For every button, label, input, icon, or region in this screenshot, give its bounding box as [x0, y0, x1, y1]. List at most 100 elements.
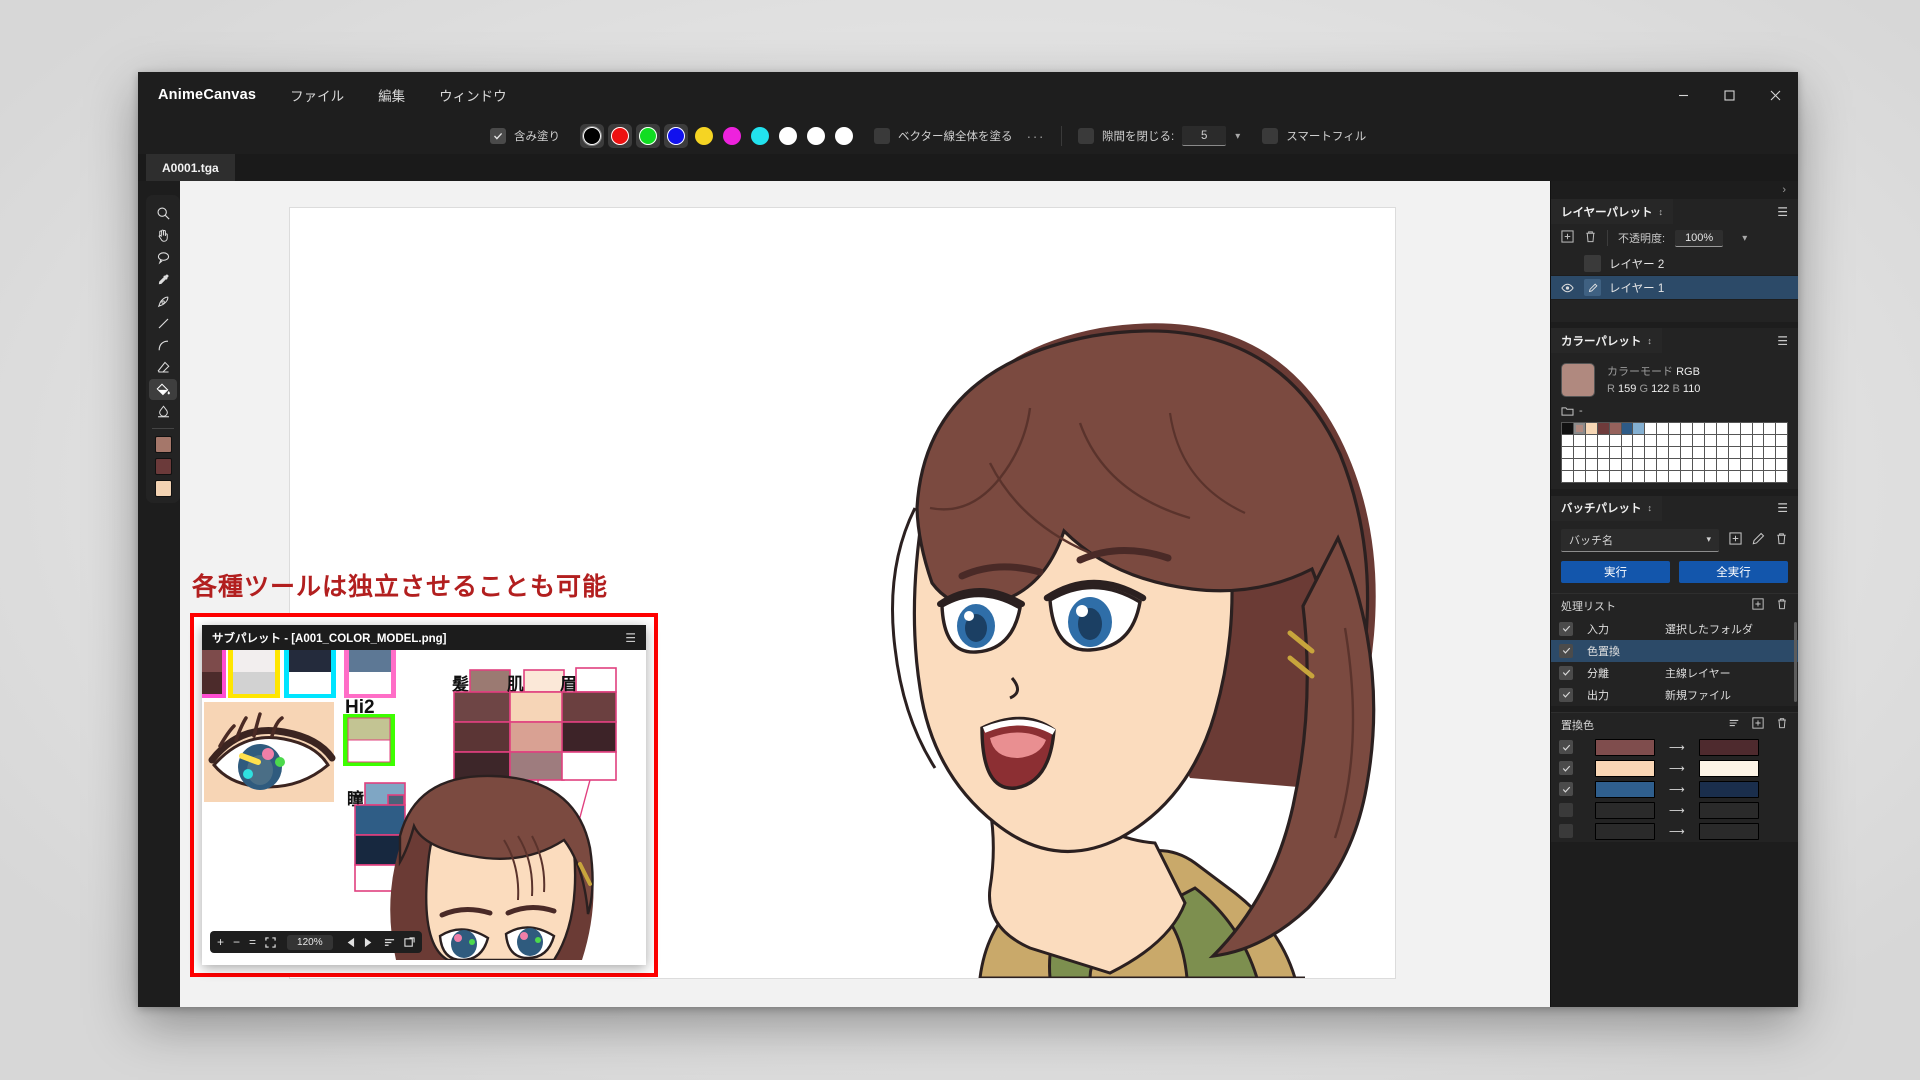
color-swatch-cell[interactable]: [1728, 458, 1740, 470]
color-swatch-cell[interactable]: [1609, 470, 1621, 482]
color-swatch-cell[interactable]: [1633, 434, 1645, 446]
color-swatch-cell[interactable]: [1562, 434, 1573, 446]
replace-row[interactable]: ⟶: [1551, 778, 1798, 800]
color-swatch-cell[interactable]: [1764, 470, 1776, 482]
replace-checkbox[interactable]: [1559, 782, 1573, 797]
color-swatch-cell[interactable]: [1597, 423, 1609, 434]
replace-to-swatch[interactable]: [1698, 759, 1759, 777]
list-icon[interactable]: [384, 937, 395, 948]
color-swatch-cell[interactable]: [1764, 423, 1776, 434]
color-swatch-cell[interactable]: [1585, 458, 1597, 470]
color-swatch-white-2[interactable]: [804, 124, 828, 148]
color-swatch-cell[interactable]: [1633, 446, 1645, 458]
color-swatch-cell[interactable]: [1585, 446, 1597, 458]
process-checkbox[interactable]: [1559, 621, 1573, 636]
smart-fill-checkbox[interactable]: [1262, 128, 1279, 144]
color-swatch-cell[interactable]: [1621, 423, 1633, 434]
eraser-tool-icon[interactable]: [149, 357, 177, 378]
sort-toggle-icon[interactable]: ↕: [1648, 503, 1653, 513]
subpalette-window[interactable]: サブパレット - [A001_COLOR_MODEL.png] ☰ Hi2 瞳 …: [202, 625, 646, 965]
color-swatch-cell[interactable]: [1621, 470, 1633, 482]
color-swatch-cell[interactable]: [1740, 470, 1752, 482]
add-icon[interactable]: [1729, 532, 1742, 548]
run-button[interactable]: 実行: [1561, 560, 1670, 583]
sort-toggle-icon[interactable]: ↕: [1647, 336, 1652, 346]
color-swatch-cell[interactable]: [1704, 434, 1716, 446]
color-swatch-cell[interactable]: [1669, 470, 1681, 482]
color-swatch-cell[interactable]: [1562, 423, 1573, 434]
color-swatch-cell[interactable]: [1609, 434, 1621, 446]
color-swatch-cell[interactable]: [1633, 458, 1645, 470]
next-frame-icon[interactable]: [364, 937, 375, 948]
color-swatch-cell[interactable]: [1657, 458, 1669, 470]
replace-to-swatch[interactable]: [1698, 822, 1759, 840]
color-swatch-cell[interactable]: [1681, 458, 1692, 470]
line-tool-icon[interactable]: [149, 313, 177, 334]
chevron-down-icon[interactable]: ▾: [1742, 233, 1747, 244]
replace-row[interactable]: ⟶: [1551, 736, 1798, 758]
replace-to-swatch[interactable]: [1698, 801, 1759, 819]
color-swatch-cell[interactable]: [1681, 470, 1692, 482]
fill-include-checkbox[interactable]: [490, 128, 506, 144]
replace-row[interactable]: ⟶: [1551, 799, 1798, 821]
edit-icon[interactable]: [1752, 532, 1765, 548]
process-checkbox[interactable]: [1559, 643, 1573, 658]
eyedropper-tool-icon[interactable]: [149, 269, 177, 290]
process-list-scrollbar[interactable]: [1794, 621, 1797, 702]
chevron-down-icon[interactable]: ▾: [1706, 534, 1711, 545]
color-swatch-cell[interactable]: [1716, 458, 1728, 470]
color-swatch-cell[interactable]: [1704, 470, 1716, 482]
process-row-output[interactable]: 出力 新規ファイル: [1551, 683, 1798, 706]
close-button[interactable]: [1752, 72, 1798, 118]
color-swatch-cell[interactable]: [1573, 458, 1585, 470]
lasso-tool-icon[interactable]: [149, 247, 177, 268]
menu-item-window[interactable]: ウィンドウ: [439, 85, 507, 105]
color-swatch-black[interactable]: [580, 124, 604, 148]
curve-tool-icon[interactable]: [149, 335, 177, 356]
layer-row-1[interactable]: レイヤー 1: [1551, 276, 1798, 300]
color-swatch-cell[interactable]: [1716, 446, 1728, 458]
replace-row[interactable]: ⟶: [1551, 757, 1798, 779]
color-swatch-cell[interactable]: [1585, 423, 1597, 434]
color-swatch-cell[interactable]: [1633, 423, 1645, 434]
color-swatch-cell[interactable]: [1740, 446, 1752, 458]
process-checkbox[interactable]: [1559, 665, 1573, 680]
replace-from-swatch[interactable]: [1595, 780, 1655, 798]
color-swatch-cell[interactable]: [1704, 446, 1716, 458]
color-swatch-cell[interactable]: [1585, 470, 1597, 482]
subpalette-body[interactable]: Hi2 瞳 髪 肌 眉 + − = 120%: [202, 650, 646, 960]
replace-checkbox[interactable]: [1559, 824, 1573, 839]
color-swatch-cell[interactable]: [1669, 458, 1681, 470]
color-swatch-cell[interactable]: [1621, 446, 1633, 458]
overflow-menu-icon[interactable]: ···: [1027, 128, 1046, 144]
color-swatch-cell[interactable]: [1657, 423, 1669, 434]
color-swatch-cell[interactable]: [1562, 458, 1573, 470]
delete-icon[interactable]: [1776, 717, 1788, 732]
color-swatch-cell[interactable]: [1692, 470, 1704, 482]
color-swatch-cell[interactable]: [1657, 446, 1669, 458]
delete-icon[interactable]: [1776, 598, 1788, 613]
color-swatch-cell[interactable]: [1728, 423, 1740, 434]
color-swatch-cell[interactable]: [1633, 470, 1645, 482]
palette-folder-row[interactable]: -: [1561, 405, 1788, 417]
delete-icon[interactable]: [1775, 532, 1788, 548]
process-row-color-replace[interactable]: 色置換: [1551, 639, 1798, 662]
color-swatch-red[interactable]: [608, 124, 632, 148]
add-layer-icon[interactable]: [1561, 230, 1574, 246]
color-swatch-cell[interactable]: [1716, 423, 1728, 434]
color-swatch-cell[interactable]: [1752, 434, 1764, 446]
hamburger-icon[interactable]: ☰: [1777, 334, 1788, 348]
batch-name-select[interactable]: バッチ名 ▾: [1561, 528, 1719, 552]
color-swatch-cell[interactable]: [1645, 423, 1657, 434]
color-swatch-cell[interactable]: [1776, 470, 1788, 482]
replace-checkbox[interactable]: [1559, 761, 1573, 776]
color-swatch-cell[interactable]: [1692, 423, 1704, 434]
layer-visibility-toggle[interactable]: [1559, 283, 1576, 293]
color-swatch-white-1[interactable]: [776, 124, 800, 148]
color-swatch-cell[interactable]: [1681, 446, 1692, 458]
color-swatch-cell[interactable]: [1692, 458, 1704, 470]
prev-frame-icon[interactable]: [344, 937, 355, 948]
fill-bucket-tool-icon[interactable]: [149, 379, 177, 400]
delete-layer-icon[interactable]: [1584, 230, 1597, 246]
replace-from-swatch[interactable]: [1595, 759, 1655, 777]
